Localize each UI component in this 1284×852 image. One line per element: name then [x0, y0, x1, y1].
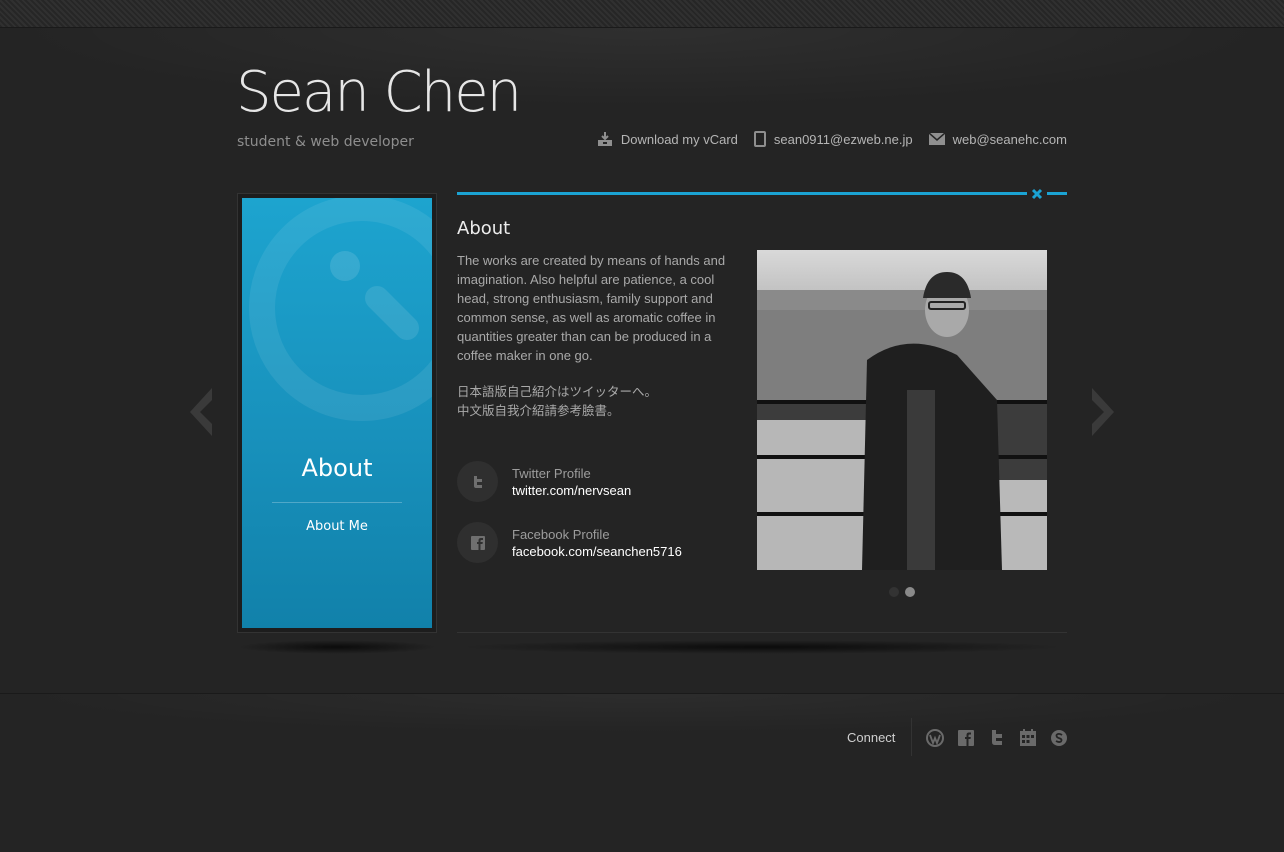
about-multilingual: 日本語版自己紹介はツイッターへ。 中文版自我介紹請参考臉書。: [457, 385, 658, 418]
sidebar-title: About: [301, 454, 373, 482]
phone-email-link[interactable]: sean0911@ezweb.ne.jp: [753, 131, 913, 147]
twitter-profile[interactable]: Twitter Profile twitter.com/nervsean: [457, 461, 631, 502]
download-icon: [597, 132, 612, 146]
sidebar-divider: [272, 502, 402, 503]
top-pattern-bar: [0, 0, 1284, 28]
contact-list: Download my vCard sean0911@ezweb.ne.jp w…: [597, 131, 1067, 147]
email-link[interactable]: web@seanehc.com: [928, 132, 1067, 147]
twitter-link[interactable]: twitter.com/nervsean: [512, 482, 631, 499]
mail-icon: [928, 133, 945, 145]
profile-photo: [757, 250, 1047, 570]
wordpress-icon[interactable]: [926, 729, 944, 747]
section-title: About: [457, 218, 511, 239]
calendar-icon[interactable]: [1019, 729, 1037, 747]
connect-label: Connect: [847, 730, 896, 745]
sidebar-item-about-me[interactable]: About Me: [242, 519, 432, 534]
phone-icon: [753, 131, 766, 147]
close-icon[interactable]: [1031, 188, 1043, 200]
clock-decoration-icon: [249, 198, 432, 421]
content-top-line: [457, 192, 1027, 195]
sidebar-panel: About About Me: [242, 198, 432, 628]
site-title[interactable]: Sean Chen: [236, 60, 522, 125]
next-arrow-icon[interactable]: [1090, 386, 1118, 438]
slider-dot-2[interactable]: [905, 587, 915, 597]
twitter-icon: [473, 475, 482, 488]
skype-icon[interactable]: [1050, 729, 1068, 747]
slider-dot-1[interactable]: [889, 587, 899, 597]
facebook-icon[interactable]: [957, 729, 975, 747]
facebook-profile[interactable]: Facebook Profile facebook.com/seanchen57…: [457, 522, 682, 563]
sidebar-panel-frame: About About Me: [237, 193, 437, 633]
twitter-icon[interactable]: [988, 729, 1006, 747]
facebook-icon: [470, 535, 485, 550]
slider-dots: [889, 587, 915, 597]
previous-arrow-icon[interactable]: [186, 386, 214, 438]
download-vcard-link[interactable]: Download my vCard: [597, 131, 738, 147]
site-subtitle: student & web developer: [237, 134, 414, 150]
facebook-link[interactable]: facebook.com/seanchen5716: [512, 543, 682, 560]
about-paragraph: The works are created by means of hands …: [457, 253, 726, 363]
